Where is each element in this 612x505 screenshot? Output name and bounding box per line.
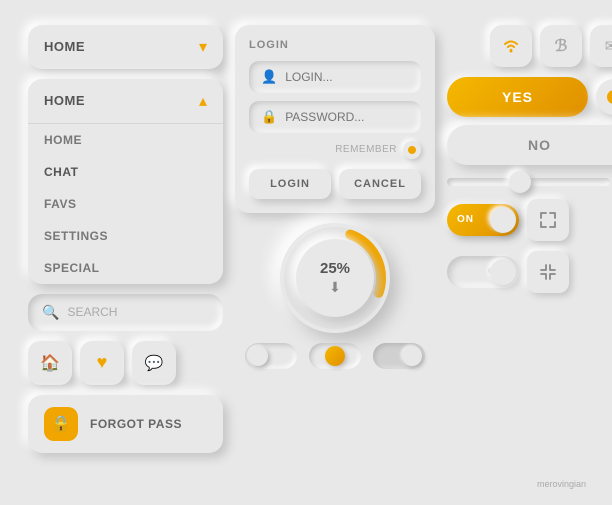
menu-item-settings[interactable]: SETTINGS bbox=[28, 220, 223, 252]
form-buttons: LOGIN CANCEL bbox=[249, 169, 421, 199]
on-label: ON bbox=[457, 214, 474, 225]
no-button[interactable]: NO bbox=[447, 125, 612, 165]
chevron-down-icon: ▾ bbox=[199, 37, 207, 57]
forgot-pass-label: FORGOT PASS bbox=[90, 417, 182, 431]
toggle-on[interactable]: ON bbox=[447, 204, 519, 236]
toggle-on-knob bbox=[490, 207, 516, 233]
toggle-knob bbox=[402, 346, 422, 366]
login-form: LOGIN 👤 🔒 REMEMBER LOGIN CANCEL bbox=[235, 25, 435, 213]
on-off-row: ON bbox=[447, 199, 612, 241]
password-input[interactable] bbox=[285, 110, 440, 124]
dropdown-open-label: HOME bbox=[44, 93, 85, 108]
slider-knob[interactable] bbox=[509, 171, 531, 193]
login-input[interactable] bbox=[285, 70, 440, 84]
bluetooth-button[interactable]: ℬ bbox=[540, 25, 582, 67]
icon-row: 🏠 ♥ 💬 bbox=[28, 341, 223, 385]
toggle-off-knob bbox=[490, 259, 516, 285]
collapse-icon bbox=[540, 264, 556, 280]
menu-item-home[interactable]: HOME bbox=[28, 124, 223, 156]
search-placeholder: SEARCH bbox=[67, 305, 117, 319]
login-button[interactable]: LOGIN bbox=[249, 169, 331, 199]
menu-item-special[interactable]: SPECIAL bbox=[28, 252, 223, 284]
toggle-knob bbox=[248, 346, 268, 366]
wifi-icon bbox=[501, 38, 521, 54]
expand-button[interactable] bbox=[527, 199, 569, 241]
search-bar[interactable]: 🔍 SEARCH bbox=[28, 294, 223, 331]
lock-icon: 🔒 bbox=[44, 407, 78, 441]
chat-button[interactable]: 💬 bbox=[132, 341, 176, 385]
toggle-grey-off[interactable] bbox=[245, 343, 297, 369]
radio-toggle-on[interactable] bbox=[596, 79, 612, 115]
chevron-up-icon: ▴ bbox=[199, 91, 207, 111]
toggle-yellow-mid[interactable] bbox=[309, 343, 361, 369]
slider-track[interactable] bbox=[447, 178, 610, 186]
toggle-grey-right[interactable] bbox=[373, 343, 425, 369]
progress-area: 25% ⬇ bbox=[235, 223, 435, 333]
mail-button[interactable]: ✉ bbox=[590, 25, 612, 67]
menu-item-favs[interactable]: FAVS bbox=[28, 188, 223, 220]
top-icon-row: ℬ ✉ bbox=[447, 25, 612, 67]
dropdown-open: HOME ▴ HOME CHAT FAVS SETTINGS SPECIAL bbox=[28, 79, 223, 284]
bottom-toggles bbox=[235, 343, 435, 369]
dropdown-closed[interactable]: HOME ▾ bbox=[28, 25, 223, 69]
watermark: merovingian bbox=[537, 479, 586, 489]
forgot-pass-button[interactable]: 🔒 FORGOT PASS bbox=[28, 395, 223, 453]
toggle-knob bbox=[325, 346, 345, 366]
login-input-row[interactable]: 👤 bbox=[249, 61, 421, 93]
password-input-row[interactable]: 🔒 bbox=[249, 101, 421, 133]
progress-percentage: 25% bbox=[320, 260, 350, 277]
yes-no-section: YES NO bbox=[447, 77, 612, 165]
heart-button[interactable]: ♥ bbox=[80, 341, 124, 385]
progress-inner: 25% ⬇ bbox=[296, 239, 374, 317]
off-row: OFF bbox=[447, 251, 612, 293]
login-title: LOGIN bbox=[249, 39, 421, 51]
menu-item-chat[interactable]: CHAT bbox=[28, 156, 223, 188]
collapse-button[interactable] bbox=[527, 251, 569, 293]
cancel-button[interactable]: CANCEL bbox=[339, 169, 421, 199]
yes-row: YES bbox=[447, 77, 612, 117]
home-button[interactable]: 🏠 bbox=[28, 341, 72, 385]
user-icon: 👤 bbox=[261, 69, 277, 85]
search-icon: 🔍 bbox=[42, 304, 59, 321]
lock-field-icon: 🔒 bbox=[261, 109, 277, 125]
remember-label: REMEMBER bbox=[335, 144, 397, 155]
dropdown-closed-label: HOME bbox=[44, 39, 85, 54]
mail-icon: ✉ bbox=[605, 37, 612, 55]
wifi-button[interactable] bbox=[490, 25, 532, 67]
remember-row: REMEMBER bbox=[249, 141, 421, 159]
download-icon: ⬇ bbox=[329, 279, 341, 296]
remember-toggle[interactable] bbox=[403, 141, 421, 159]
bluetooth-icon: ℬ bbox=[555, 36, 568, 56]
dropdown-header[interactable]: HOME ▴ bbox=[28, 79, 223, 124]
slider-row bbox=[447, 175, 612, 189]
progress-circle: 25% ⬇ bbox=[280, 223, 390, 333]
expand-icon bbox=[540, 212, 556, 228]
toggle-off[interactable]: OFF bbox=[447, 256, 519, 288]
yes-button[interactable]: YES bbox=[447, 77, 588, 117]
no-row: NO bbox=[447, 125, 612, 165]
